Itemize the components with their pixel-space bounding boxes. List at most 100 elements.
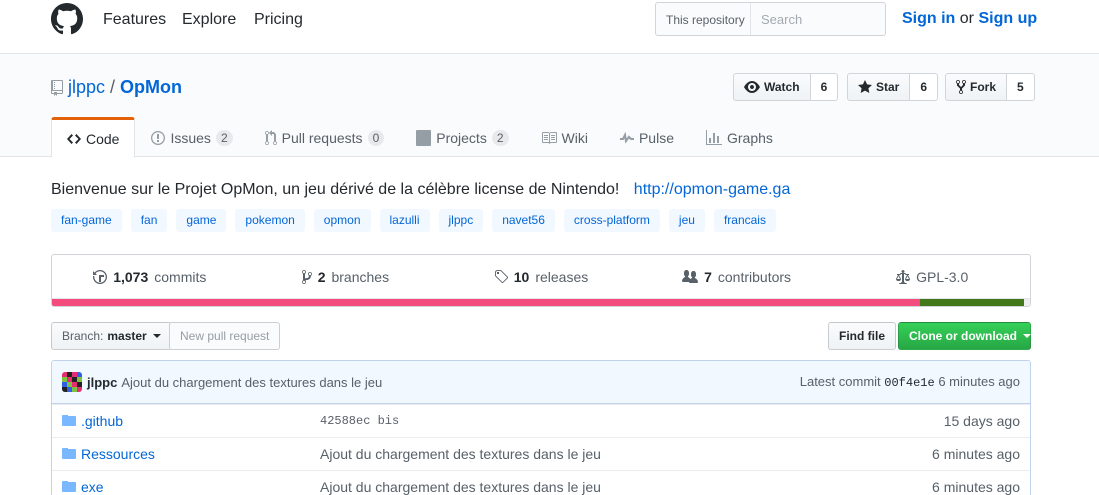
- fork-button[interactable]: Fork: [945, 73, 1008, 101]
- repo-name-link[interactable]: OpMon: [120, 77, 182, 98]
- file-age: 15 days ago: [943, 413, 1020, 429]
- topic-tag[interactable]: cross-platform: [563, 209, 660, 232]
- avatar[interactable]: [62, 372, 82, 392]
- clone-label: Clone or download: [909, 329, 1017, 343]
- commit-sha-link[interactable]: 00f4e1e: [884, 376, 934, 390]
- numbers-row: 1,073 commits 2 branches 10 releases 7 c…: [52, 255, 1030, 298]
- language-bar[interactable]: [52, 298, 1030, 306]
- file-age: 6 minutes ago: [932, 446, 1020, 462]
- language-segment: [1024, 299, 1030, 306]
- nav-explore[interactable]: Explore: [182, 11, 236, 29]
- star-count[interactable]: 6: [910, 73, 939, 101]
- pulse-icon: [619, 131, 634, 144]
- commits-link[interactable]: 1,073 commits: [52, 255, 248, 298]
- file-name-link[interactable]: .github: [81, 413, 123, 429]
- repo-owner-link[interactable]: jlppc: [68, 77, 105, 98]
- tag-icon: [494, 269, 508, 283]
- topic-tag[interactable]: fan: [130, 209, 168, 232]
- fork-count[interactable]: 5: [1007, 73, 1035, 101]
- commit-author-link[interactable]: jlppc: [87, 375, 117, 390]
- watch-button[interactable]: Watch: [733, 73, 811, 101]
- table-row: Ressources Ajout du chargement des textu…: [52, 437, 1030, 470]
- repo-separator: /: [110, 77, 116, 97]
- star-button[interactable]: Star: [847, 73, 911, 101]
- issue-icon: [151, 131, 166, 145]
- branch-icon: [301, 269, 312, 284]
- file-browser: jlppc Ajout du chargement des textures d…: [51, 360, 1031, 495]
- branch-name: master: [107, 329, 147, 343]
- tab-issues[interactable]: Issues 2: [135, 117, 248, 157]
- tab-label: Graphs: [726, 130, 773, 146]
- license-link[interactable]: GPL-3.0: [834, 255, 1030, 298]
- branches-link[interactable]: 2 branches: [248, 255, 444, 298]
- project-icon: [416, 130, 432, 146]
- file-name-link[interactable]: exe: [81, 479, 104, 495]
- tab-label: Wiki: [561, 130, 588, 146]
- releases-count: 10: [513, 268, 530, 285]
- tab-label: Issues: [170, 130, 211, 146]
- tab-pulse[interactable]: Pulse: [604, 117, 690, 157]
- branch-select-button[interactable]: Branch: master: [51, 322, 172, 350]
- contributors-label: contributors: [717, 268, 792, 285]
- branches-label: branches: [331, 268, 390, 285]
- topic-tag[interactable]: pokemon: [235, 209, 305, 232]
- topic-tag[interactable]: jeu: [668, 209, 705, 232]
- folder-icon: [62, 448, 76, 459]
- fork-label: Fork: [970, 80, 997, 94]
- star-group: Star 6: [847, 73, 939, 101]
- numbers-summary: 1,073 commits 2 branches 10 releases 7 c…: [51, 254, 1031, 307]
- contributors-link[interactable]: 7 contributors: [639, 255, 835, 298]
- commits-label: commits: [154, 268, 207, 285]
- tab-pull-requests[interactable]: Pull requests 0: [249, 117, 401, 157]
- tab-wiki[interactable]: Wiki: [525, 117, 604, 157]
- fork-icon: [956, 79, 966, 95]
- history-icon: [93, 269, 108, 284]
- homepage-link[interactable]: http://opmon-game.ga: [634, 181, 791, 198]
- file-age: 6 minutes ago: [932, 479, 1020, 495]
- file-commit-message-link[interactable]: 42588ec bis: [320, 414, 399, 428]
- topic-tag[interactable]: game: [176, 209, 227, 232]
- releases-link[interactable]: 10 releases: [443, 255, 639, 298]
- tab-code[interactable]: Code: [51, 117, 136, 158]
- commit-message-link[interactable]: Ajout du chargement des textures dans le…: [121, 375, 382, 390]
- file-commit-message-link[interactable]: Ajout du chargement des textures dans le…: [320, 446, 601, 462]
- commits-count: 1,073: [113, 268, 149, 285]
- contributors-count: 7: [704, 268, 712, 285]
- topic-tag[interactable]: jlppc: [438, 209, 484, 232]
- branches-count: 2: [317, 268, 326, 285]
- topic-list: fan-game fan game pokemon opmon lazulli …: [51, 209, 776, 232]
- file-name-link[interactable]: Ressources: [81, 446, 155, 462]
- fork-group: Fork 5: [945, 73, 1035, 101]
- watch-label: Watch: [764, 80, 800, 94]
- tab-projects[interactable]: Projects 2: [400, 117, 524, 157]
- nav-pricing[interactable]: Pricing: [254, 11, 303, 29]
- topic-tag[interactable]: lazulli: [379, 209, 430, 232]
- sign-in-link[interactable]: Sign in: [902, 10, 955, 27]
- repo-title: jlppc / OpMon: [51, 77, 182, 98]
- topic-tag[interactable]: opmon: [313, 209, 371, 232]
- clone-download-button[interactable]: Clone or download: [898, 322, 1031, 350]
- caret-down-icon: [1023, 334, 1031, 338]
- topic-tag[interactable]: fan-game: [51, 209, 122, 232]
- graph-icon: [705, 130, 722, 145]
- people-icon: [682, 269, 699, 283]
- table-row: exe Ajout du chargement des textures dan…: [52, 470, 1030, 495]
- tab-graphs[interactable]: Graphs: [690, 117, 789, 157]
- repo-header: jlppc / OpMon Watch 6 Star 6 Fork 5 Code…: [0, 54, 1099, 158]
- watch-group: Watch 6: [733, 73, 839, 101]
- file-commit-message-link[interactable]: Ajout du chargement des textures dans le…: [320, 479, 601, 495]
- commit-age: 6 minutes ago: [938, 374, 1020, 389]
- nav-features[interactable]: Features: [103, 11, 166, 29]
- watch-count[interactable]: 6: [810, 73, 839, 101]
- find-file-button[interactable]: Find file: [828, 322, 896, 350]
- commit-tease: jlppc Ajout du chargement des textures d…: [52, 361, 1030, 404]
- topic-tag[interactable]: navet56: [492, 209, 555, 232]
- eye-icon: [744, 81, 760, 93]
- new-pull-request-button[interactable]: New pull request: [169, 322, 281, 350]
- sign-up-link[interactable]: Sign up: [978, 10, 1037, 27]
- topic-tag[interactable]: francais: [713, 209, 776, 232]
- search-input[interactable]: [751, 3, 881, 35]
- github-logo-icon[interactable]: [51, 3, 83, 35]
- pull-requests-counter: 0: [367, 130, 385, 146]
- tab-label: Pulse: [638, 130, 674, 146]
